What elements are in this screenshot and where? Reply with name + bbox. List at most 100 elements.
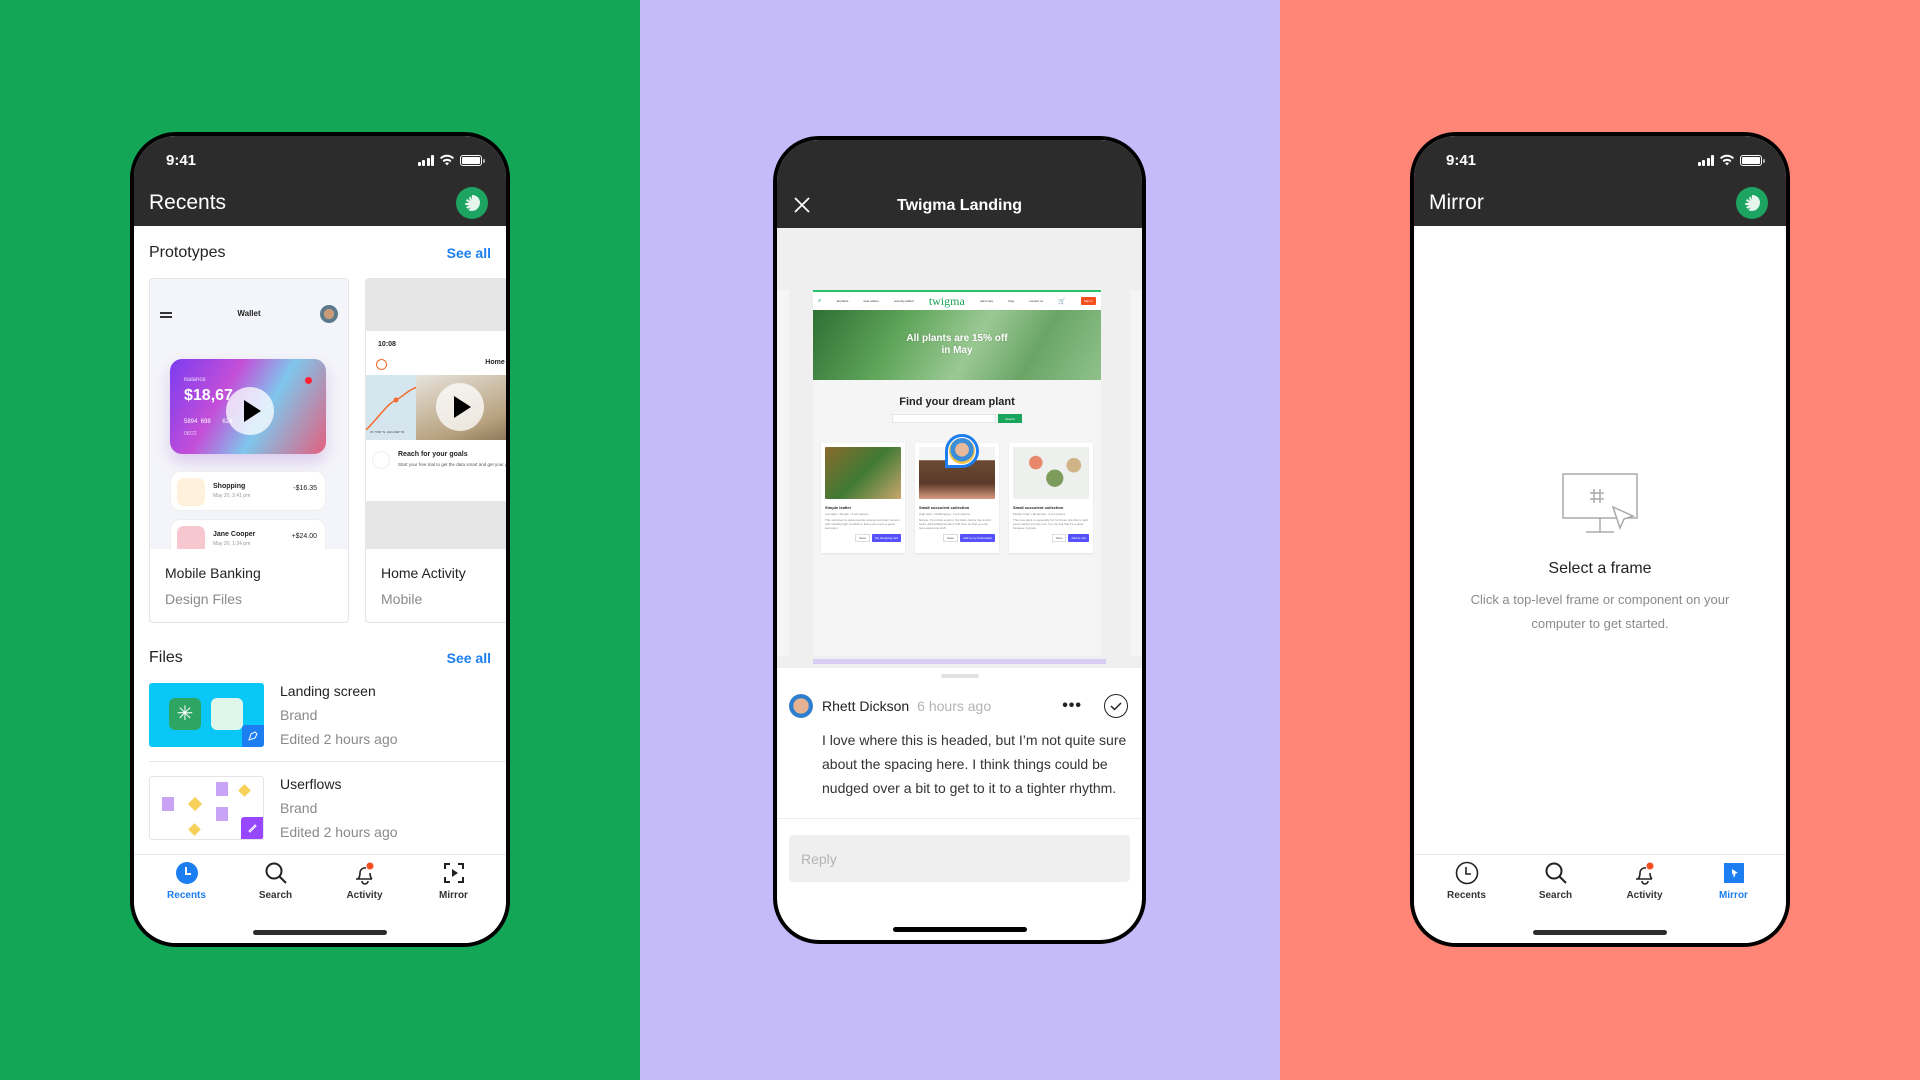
tab-bar: Recents Search Activity Mirror bbox=[134, 854, 506, 943]
figjam-file-badge bbox=[241, 817, 263, 839]
site-logo: twigma bbox=[928, 293, 965, 308]
panel-prototype: Twigma Landing ⌕ all plants best sellers… bbox=[640, 0, 1280, 1080]
showcase-stage: 9:41 Recents Prototypes See all Wallet B… bbox=[0, 0, 1920, 1080]
design-file-badge bbox=[242, 725, 264, 747]
comment-body: I love where this is headed, but I’m not… bbox=[822, 732, 1127, 796]
comment-sheet: Rhett Dickson 6 hours ago ••• I love whe… bbox=[777, 674, 1142, 882]
notification-dot bbox=[1646, 862, 1653, 870]
play-button[interactable] bbox=[436, 383, 484, 431]
commenter-avatar bbox=[789, 694, 813, 718]
search-icon bbox=[264, 861, 288, 885]
empty-state-title: Select a frame bbox=[1548, 560, 1652, 577]
file-team: Brand bbox=[280, 707, 318, 723]
files-see-all-link[interactable]: See all bbox=[447, 650, 491, 666]
tab-search[interactable]: Search bbox=[236, 861, 316, 901]
home-indicator bbox=[892, 927, 1027, 932]
notification-dot bbox=[366, 862, 373, 870]
divider bbox=[149, 761, 506, 762]
file-row[interactable]: ✳ Landing screen Brand Edited 2 hours ag… bbox=[134, 683, 506, 747]
battery-icon bbox=[460, 154, 485, 166]
file-edited: Edited 2 hours ago bbox=[280, 731, 398, 747]
pen-tool-icon bbox=[248, 731, 258, 741]
prototype-header: Twigma Landing bbox=[777, 140, 1142, 228]
transaction-row: Shopping May 20, 3:41 pm -$16.35 bbox=[170, 471, 326, 511]
prototype-title: Twigma Landing bbox=[896, 197, 1023, 214]
files-heading: Files bbox=[149, 649, 183, 666]
prototype-thumbnail: Wallet Balance $18,67 5894 698 624 08/22 bbox=[150, 279, 348, 549]
battery-icon bbox=[1740, 154, 1765, 166]
prototypes-see-all-link[interactable]: See all bbox=[447, 245, 491, 261]
mirror-icon bbox=[442, 861, 466, 885]
prototype-canvas[interactable]: ⌕ all plants best sellers recently added… bbox=[777, 228, 1142, 668]
panel-recents: 9:41 Recents Prototypes See all Wallet B… bbox=[0, 0, 640, 1080]
prototype-subtitle: Mobile bbox=[381, 591, 423, 607]
user-avatar bbox=[320, 305, 338, 323]
status-bar: 9:41 bbox=[1414, 136, 1786, 180]
tab-recents[interactable]: Recents bbox=[1427, 861, 1507, 901]
home-indicator bbox=[253, 930, 387, 935]
mirror-icon bbox=[1722, 861, 1746, 885]
transaction-row: Jane Cooper May 20, 1:24 pm +$24.00 bbox=[170, 519, 326, 549]
clock-icon bbox=[175, 861, 199, 885]
site-search-button: Search bbox=[998, 414, 1022, 423]
marker-icon bbox=[248, 824, 257, 833]
resolve-button[interactable] bbox=[1104, 694, 1128, 718]
monstera-leaf-icon bbox=[465, 195, 480, 211]
tab-activity[interactable]: Activity bbox=[325, 861, 405, 901]
site-search-input bbox=[892, 414, 996, 423]
more-options-button[interactable]: ••• bbox=[1062, 697, 1082, 715]
wallet-header: Wallet bbox=[237, 309, 261, 318]
file-name: Userflows bbox=[280, 776, 342, 792]
card-logo bbox=[305, 377, 312, 384]
status-time: 9:41 bbox=[1446, 151, 1477, 169]
file-thumbnail bbox=[149, 776, 264, 840]
clock-icon bbox=[1455, 861, 1479, 885]
account-avatar[interactable] bbox=[456, 187, 488, 219]
prototype-frame: ⌕ all plants best sellers recently added… bbox=[813, 290, 1101, 656]
prototype-subtitle: Design Files bbox=[165, 591, 243, 607]
tab-mirror[interactable]: Mirror bbox=[414, 861, 494, 901]
site-search-icon: ⌕ bbox=[818, 297, 822, 304]
tab-mirror[interactable]: Mirror bbox=[1694, 861, 1774, 901]
signal-icon bbox=[417, 154, 434, 166]
tab-bar: Recents Search Activity Mirror bbox=[1414, 854, 1786, 943]
file-thumbnail: ✳ bbox=[149, 683, 264, 747]
panel-mirror: 9:41 Mirror Select a frame Click a top-l… bbox=[1280, 0, 1920, 1080]
account-avatar[interactable] bbox=[1736, 187, 1768, 219]
site-hero: All plants are 15% off in May bbox=[813, 310, 1101, 380]
wifi-icon bbox=[1720, 154, 1734, 166]
tab-recents[interactable]: Recents bbox=[147, 861, 227, 901]
site-nav: ⌕ all plants best sellers recently added… bbox=[813, 290, 1101, 310]
home-indicator bbox=[1533, 930, 1667, 935]
status-time: 9:41 bbox=[166, 151, 197, 169]
prototype-card[interactable]: 10:08 Home 37.7749° N, 122.4194° W Reach… bbox=[365, 278, 506, 623]
wifi-icon bbox=[440, 154, 454, 166]
empty-state: Select a frame Click a top-level frame o… bbox=[1414, 471, 1786, 636]
page-title: Mirror bbox=[1429, 191, 1484, 214]
file-edited: Edited 2 hours ago bbox=[280, 824, 398, 840]
checkmark-icon bbox=[1110, 702, 1122, 711]
comment: Rhett Dickson 6 hours ago ••• I love whe… bbox=[777, 678, 1142, 819]
comment-pin[interactable] bbox=[945, 434, 979, 468]
tab-search[interactable]: Search bbox=[1516, 861, 1596, 901]
product-card: Simple leaflet Low light • Simple • 3 po… bbox=[821, 443, 905, 553]
prototype-card[interactable]: Wallet Balance $18,67 5894 698 624 08/22 bbox=[149, 278, 349, 623]
play-button[interactable] bbox=[226, 387, 274, 435]
monitor-cursor-icon bbox=[1562, 473, 1638, 533]
bell-icon bbox=[1633, 861, 1657, 885]
tab-activity[interactable]: Activity bbox=[1605, 861, 1685, 901]
app-header: 9:41 Mirror bbox=[1414, 136, 1786, 226]
prototypes-heading: Prototypes bbox=[149, 244, 226, 261]
phone-prototype: Twigma Landing ⌕ all plants best sellers… bbox=[773, 136, 1146, 944]
bell-icon bbox=[353, 861, 377, 885]
product-card: Small succulent collection Medium light … bbox=[1009, 443, 1093, 553]
reply-input[interactable] bbox=[789, 835, 1130, 882]
app-header: 9:41 Recents bbox=[134, 136, 506, 226]
file-row[interactable]: Userflows Brand Edited 2 hours ago bbox=[134, 776, 506, 840]
file-name: Landing screen bbox=[280, 683, 376, 699]
file-team: Brand bbox=[280, 800, 318, 816]
comment-time: 6 hours ago bbox=[917, 698, 992, 714]
site-find-title: Find your dream plant bbox=[899, 396, 1015, 408]
prototype-name: Home Activity bbox=[381, 565, 466, 581]
monstera-leaf-icon bbox=[1745, 195, 1760, 211]
